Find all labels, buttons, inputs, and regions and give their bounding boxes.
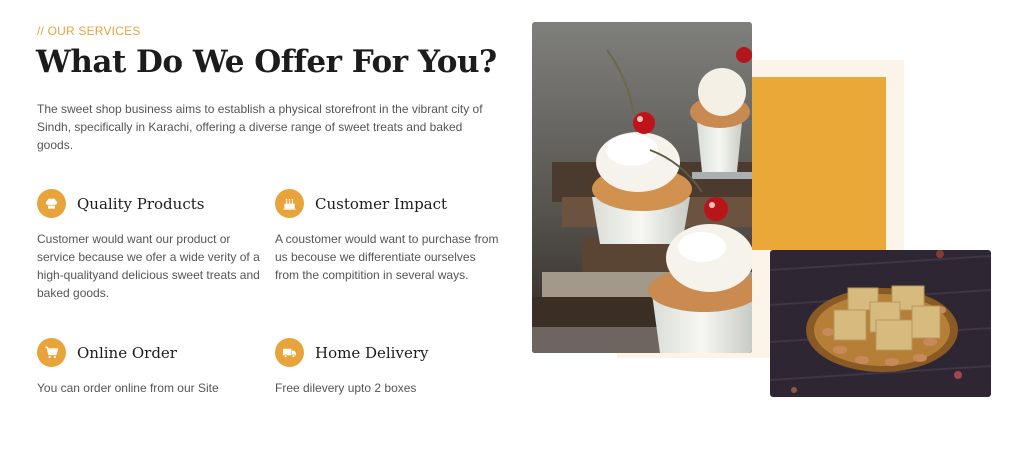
feature-title: Home Delivery [315,344,429,362]
sweets-plate-photo [770,250,991,397]
delivery-truck-icon [275,338,304,367]
shopping-cart-icon [37,338,66,367]
feature-title: Quality Products [77,195,205,213]
cupcakes-photo [532,22,752,353]
section-intro: The sweet shop business aims to establis… [37,102,483,152]
feature-title: Customer Impact [315,195,448,213]
chef-hat-icon [37,189,66,218]
feature-text: Free dilevery upto 2 boxes [275,381,417,395]
birthday-cake-icon [275,189,304,218]
services-tag: // OUR SERVICES [37,24,141,38]
section-title: What Do We Offer For You? [36,44,497,80]
feature-text: A coustomer would want to purchase from … [275,232,499,282]
feature-text: Customer would want our product or servi… [37,232,260,300]
feature-text: You can order online from our Site [37,381,219,395]
decorative-orange-block [750,77,886,250]
feature-title: Online Order [77,344,177,362]
